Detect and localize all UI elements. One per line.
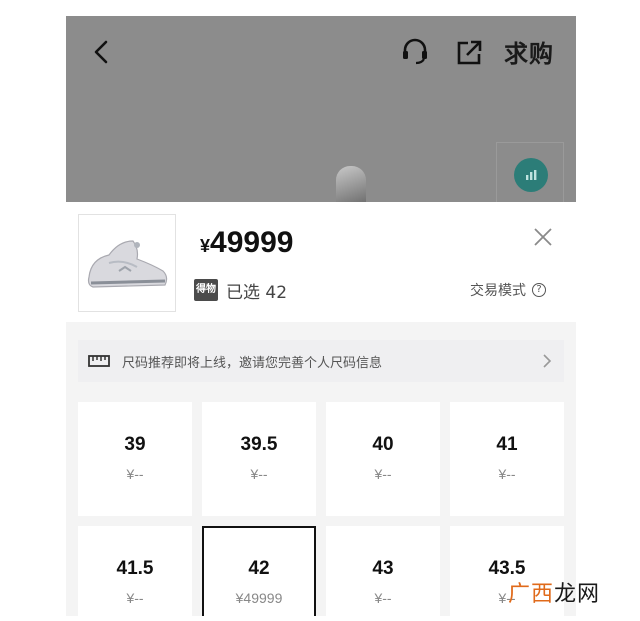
size-price: ¥-- — [250, 466, 268, 482]
want-to-buy-button[interactable]: 求购 — [504, 34, 554, 69]
currency-symbol: ¥ — [200, 236, 211, 256]
size-label: 41.5 — [116, 558, 154, 579]
size-label: 43 — [372, 558, 394, 579]
site-watermark: 广西龙网 — [508, 576, 600, 608]
size-label: 39.5 — [240, 434, 278, 455]
product-image-peek — [336, 166, 366, 206]
product-thumbnail — [78, 214, 176, 312]
size-price: ¥-- — [374, 466, 392, 482]
price-value: 49999 — [210, 226, 294, 259]
size-option[interactable]: 40 ¥-- — [326, 402, 440, 516]
size-selection-sheet: ¥49999 得物 已选 42 交易模式 ? 尺码推荐即将上线，邀请您完善个人尺… — [66, 202, 576, 616]
chevron-right-icon — [543, 354, 552, 368]
size-option[interactable]: 39 ¥-- — [78, 402, 192, 516]
watermark-rest: 龙网 — [554, 582, 601, 607]
size-label: 39 — [124, 434, 146, 455]
help-icon: ? — [532, 283, 546, 297]
size-price: ¥-- — [498, 466, 516, 482]
size-option[interactable]: 41.5 ¥-- — [78, 526, 192, 616]
size-option[interactable]: 39.5 ¥-- — [202, 402, 316, 516]
phone-screen: 求购 ¥49999 得物 已选 42 交易模式 ? 尺码推荐即将上线，邀请您完善… — [66, 16, 576, 616]
dewu-badge: 得物 — [194, 279, 218, 301]
selected-size-text: 已选 42 — [226, 282, 288, 303]
share-icon[interactable] — [454, 36, 484, 68]
trade-mode-link[interactable]: 交易模式 ? — [470, 280, 546, 300]
size-price: ¥49999 — [235, 590, 283, 606]
close-icon[interactable] — [532, 226, 554, 248]
chart-icon — [514, 158, 548, 192]
back-icon[interactable] — [88, 36, 116, 68]
product-price: ¥49999 — [200, 226, 293, 260]
size-tip-text: 尺码推荐即将上线，邀请您完善个人尺码信息 — [122, 355, 383, 371]
size-label: 41 — [496, 434, 518, 455]
size-price: ¥-- — [126, 590, 144, 606]
product-header-overlay: 求购 — [66, 16, 576, 206]
watermark-accent: 广西 — [508, 582, 555, 607]
trade-mode-label: 交易模式 — [470, 283, 526, 299]
size-recommendation-banner[interactable]: 尺码推荐即将上线，邀请您完善个人尺码信息 — [78, 340, 564, 382]
price-trend-button[interactable] — [496, 142, 564, 204]
selected-size-row: 得物 已选 42 — [194, 278, 288, 303]
size-option[interactable]: 41 ¥-- — [450, 402, 564, 516]
product-summary: ¥49999 得物 已选 42 交易模式 ? — [66, 202, 576, 322]
size-price: ¥-- — [374, 590, 392, 606]
ruler-icon — [88, 355, 110, 367]
customer-service-icon[interactable] — [400, 36, 430, 68]
size-option-selected[interactable]: 42 ¥49999 — [202, 526, 316, 616]
size-label: 40 — [372, 434, 394, 455]
size-label: 42 — [248, 558, 270, 579]
size-price: ¥-- — [126, 466, 144, 482]
size-option[interactable]: 43 ¥-- — [326, 526, 440, 616]
